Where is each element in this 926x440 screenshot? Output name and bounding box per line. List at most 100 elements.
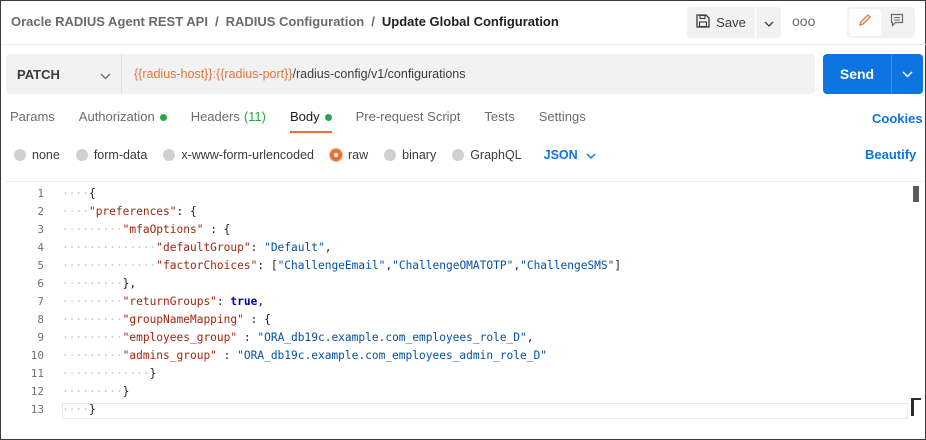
line-number: 8 [37,313,44,326]
indent-guide: ········· [62,313,123,326]
code-line: ·········}, [62,277,136,290]
line-number: 6 [37,277,44,290]
json-key: "groupNameMapping" [122,313,244,326]
line-number: 3 [37,223,44,236]
body-type-urlencoded[interactable]: x-www-form-urlencoded [163,148,314,162]
body-type-form-data[interactable]: form-data [75,148,148,162]
tab-label: Tests [484,109,515,124]
save-button[interactable]: Save [687,7,755,38]
json-string: "ChallengeOMATOTP" [392,259,514,272]
body-type-graphql[interactable]: GraphQL [452,148,522,162]
save-options-button[interactable] [755,7,781,38]
view-mode-toggle [847,7,915,38]
radio-icon [452,149,465,161]
line-number: 10 [30,349,44,362]
radio-label: raw [348,148,369,162]
indent-guide: ·············· [62,259,157,272]
request-header: Oracle RADIUS Agent REST API / RADIUS Co… [1,1,926,45]
json-punctuation: } [88,403,96,416]
send-options-button[interactable] [891,54,923,94]
indent-guide: ···· [62,205,89,218]
json-punctuation: } [122,385,130,398]
code-line: ·········"returnGroups": true, [62,295,264,308]
json-key: "admins_group" [122,349,217,362]
json-punctuation: : [ [257,259,278,272]
json-string: "ORA_db19c.example.com_employees_role_D" [257,331,527,344]
radio-checked-icon [330,149,342,161]
line-number: 12 [30,385,44,398]
breadcrumb-separator: / [214,14,219,29]
tab-settings[interactable]: Settings [539,109,586,135]
json-punctuation: { [88,187,96,200]
indent-guide: ········· [62,223,123,236]
json-punctuation: } [149,367,157,380]
app-window: Oracle RADIUS Agent REST API / RADIUS Co… [0,0,926,440]
breadcrumb-collection[interactable]: Oracle RADIUS Agent REST API [11,14,208,29]
indent-guide: ···· [62,187,89,200]
tab-pre-request-script[interactable]: Pre-request Script [356,109,461,135]
json-key: "factorChoices" [156,259,258,272]
tab-tests[interactable]: Tests [484,109,514,135]
code-line: ·············} [62,367,156,380]
json-punctuation: : [237,331,258,344]
chevron-down-icon [902,65,913,83]
indent-guide: ········· [62,385,123,398]
json-string: "Default" [264,241,325,254]
tab-authorization[interactable]: Authorization [79,109,167,135]
language-select[interactable]: JSON [544,148,596,162]
code-line: ··············"defaultGroup": "Default", [62,241,331,254]
body-type-none[interactable]: none [14,148,60,162]
editor-scrollbar[interactable] [913,186,919,202]
radio-icon [14,149,26,161]
edit-mode-button[interactable] [849,9,881,36]
code-line: ··············"factorChoices": [ "Challen… [62,259,621,272]
json-punctuation: , [324,241,332,254]
tab-label: Authorization [78,109,155,124]
comments-button[interactable] [881,9,913,36]
breadcrumb-folder[interactable]: RADIUS Configuration [226,14,365,29]
json-key: "employees_group" [122,331,238,344]
line-number: 4 [37,241,44,254]
line-number: 11 [30,367,44,380]
code-line: ·········"admins_group" : "ORA_db19c.exa… [62,349,547,362]
send-button[interactable]: Send [823,54,891,94]
radio-label: none [32,148,60,162]
json-punctuation: : [216,295,231,308]
line-number: 1 [37,187,44,200]
code-line: ····} [62,403,96,416]
save-icon [696,14,710,31]
radio-label: GraphQL [470,148,522,162]
indent-guide: ········· [62,349,123,362]
json-punctuation: : { [176,205,197,218]
indent-guide: ············· [62,367,150,380]
body-type-selector: none form-data x-www-form-urlencoded raw… [14,147,596,163]
code-line: ····"preferences": { [62,205,197,218]
radio-label: form-data [93,148,148,162]
comment-icon [890,13,904,32]
json-key: "defaultGroup" [156,241,251,254]
tab-label: Params [10,109,55,124]
url-input[interactable]: {{radius-host}} : {{radius-port}} /radiu… [122,54,815,94]
code-editor[interactable]: 1 2 3 4 5 6 7 8 9 10 11 12 13 ····{····"preferences"… [6,181,922,419]
method-select[interactable]: PATCH [6,54,122,94]
request-title[interactable]: Update Global Configuration [382,14,559,29]
beautify-button[interactable]: Beautify [865,147,916,162]
cookies-link[interactable]: Cookies [872,111,923,126]
radio-label: x-www-form-urlencoded [181,148,314,162]
tab-headers[interactable]: Headers (11) [191,109,266,135]
tab-params[interactable]: Params [10,109,55,135]
radio-icon [75,149,88,161]
tab-body[interactable]: Body [289,109,332,135]
json-punctuation: : [250,241,265,254]
json-key: "returnGroups" [122,295,217,308]
line-number: 2 [37,205,44,218]
headers-count: (11) [243,109,266,124]
body-type-binary[interactable]: binary [384,148,436,162]
code-line: ····{ [62,187,96,200]
indent-guide: ········· [62,277,123,290]
indent-guide: ·············· [62,241,157,254]
body-type-raw[interactable]: raw [330,148,368,162]
more-actions-button[interactable]: ooo [792,13,815,29]
url-variable-port: {{radius-port}} [216,67,293,81]
indent-guide: ········· [62,331,123,344]
